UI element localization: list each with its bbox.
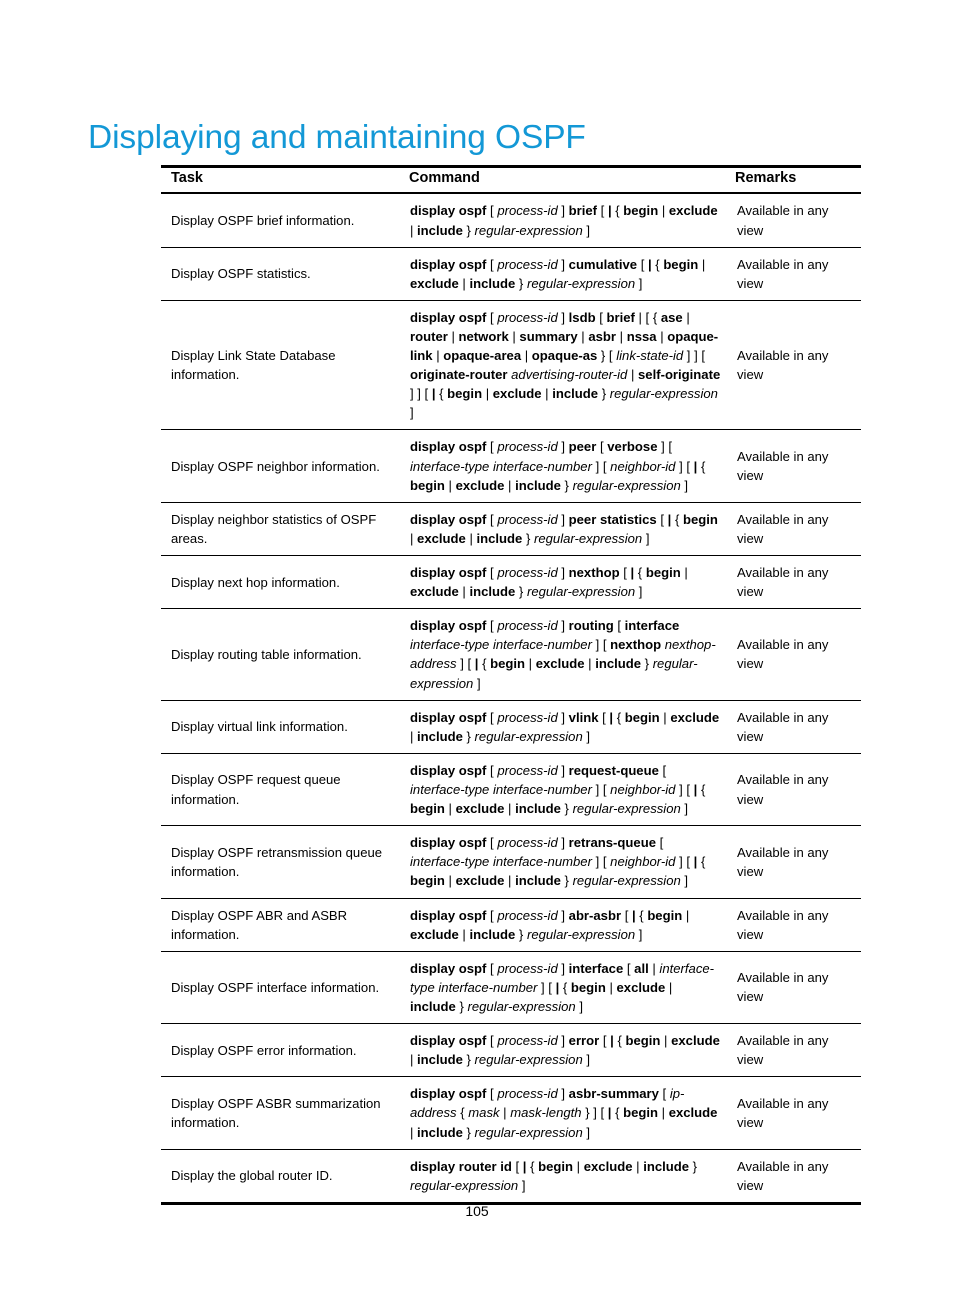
task-cell: Display OSPF ASBR summarization informat…	[161, 1076, 400, 1150]
table-row: Display OSPF ABR and ASBR information. di…	[161, 898, 861, 952]
command-cell: display ospf [ process-id ] brief [ | { …	[400, 193, 727, 248]
remarks-cell: Available in any view	[727, 429, 861, 503]
table-row: Display neighbor statistics of OSPF area…	[161, 502, 861, 557]
table-header: Task Command Remarks	[161, 165, 861, 195]
remarks-cell: Available in any view	[727, 247, 861, 301]
column-header-command: Command	[400, 165, 727, 195]
remarks-cell: Available in any view	[727, 608, 861, 701]
table-header-row: Task Command Remarks	[161, 165, 861, 195]
table-row: Display routing table information. displa…	[161, 608, 861, 701]
task-cell: Display OSPF neighbor information.	[161, 429, 400, 503]
task-cell: Display OSPF retransmission queue inform…	[161, 825, 400, 899]
table-row: Display OSPF request queue information. d…	[161, 753, 861, 827]
command-cell: display ospf [ process-id ] nexthop [ | …	[400, 555, 727, 610]
table-row: Display virtual link information. display…	[161, 700, 861, 754]
command-cell: display ospf [ process-id ] vlink [ | { …	[400, 700, 727, 754]
command-cell: display ospf [ process-id ] routing [ in…	[400, 608, 727, 701]
command-cell: display router id [ | { begin | exclude …	[400, 1149, 727, 1205]
table-body: Display OSPF brief information. display o…	[161, 193, 861, 1205]
command-cell: display ospf [ process-id ] lsdb [ brief…	[400, 300, 727, 431]
remarks-cell: Available in any view	[727, 502, 861, 557]
table-row: Display OSPF retransmission queue inform…	[161, 825, 861, 899]
remarks-cell: Available in any view	[727, 825, 861, 899]
remarks-cell: Available in any view	[727, 898, 861, 952]
table-row: Display OSPF neighbor information. displa…	[161, 429, 861, 503]
task-cell: Display OSPF brief information.	[161, 193, 400, 248]
remarks-cell: Available in any view	[727, 753, 861, 827]
task-cell: Display OSPF interface information.	[161, 951, 400, 1025]
command-cell: display ospf [ process-id ] error [ | { …	[400, 1023, 727, 1078]
task-cell: Display OSPF error information.	[161, 1023, 400, 1078]
column-header-task: Task	[161, 165, 400, 195]
page-title: Displaying and maintaining OSPF	[88, 119, 586, 157]
command-cell: display ospf [ process-id ] retrans-queu…	[400, 825, 727, 899]
task-cell: Display virtual link information.	[161, 700, 400, 754]
remarks-cell: Available in any view	[727, 700, 861, 754]
task-cell: Display neighbor statistics of OSPF area…	[161, 502, 400, 557]
command-cell: display ospf [ process-id ] interface [ …	[400, 951, 727, 1025]
remarks-cell: Available in any view	[727, 555, 861, 610]
command-cell: display ospf [ process-id ] request-queu…	[400, 753, 727, 827]
table-row: Display OSPF error information. display o…	[161, 1023, 861, 1078]
table-row: Display OSPF ASBR summarization informat…	[161, 1076, 861, 1150]
displaying-maintaining-ospf-table: Task Command Remarks Display OSPF brief …	[161, 165, 861, 1205]
task-cell: Display OSPF statistics.	[161, 247, 400, 301]
document-page: Displaying and maintaining OSPF Task Com…	[0, 0, 954, 1296]
task-cell: Display next hop information.	[161, 555, 400, 610]
remarks-cell: Available in any view	[727, 193, 861, 248]
command-cell: display ospf [ process-id ] peer [ verbo…	[400, 429, 727, 503]
remarks-cell: Available in any view	[727, 1023, 861, 1078]
task-cell: Display routing table information.	[161, 608, 400, 701]
remarks-cell: Available in any view	[727, 1149, 861, 1205]
remarks-cell: Available in any view	[727, 1076, 861, 1150]
table-row: Display the global router ID. display rou…	[161, 1149, 861, 1205]
table-row: Display next hop information. display osp…	[161, 555, 861, 610]
command-cell: display ospf [ process-id ] asbr-summary…	[400, 1076, 727, 1150]
table-row: Display Link State Database information.…	[161, 300, 861, 431]
command-table-container: Task Command Remarks Display OSPF brief …	[161, 165, 861, 1205]
table-row: Display OSPF statistics. display ospf [ p…	[161, 247, 861, 301]
remarks-cell: Available in any view	[727, 300, 861, 431]
task-cell: Display the global router ID.	[161, 1149, 400, 1205]
task-cell: Display OSPF ABR and ASBR information.	[161, 898, 400, 952]
table-row: Display OSPF brief information. display o…	[161, 193, 861, 248]
remarks-cell: Available in any view	[727, 951, 861, 1025]
command-cell: display ospf [ process-id ] cumulative […	[400, 247, 727, 301]
command-cell: display ospf [ process-id ] peer statist…	[400, 502, 727, 557]
column-header-remarks: Remarks	[727, 165, 861, 195]
task-cell: Display OSPF request queue information.	[161, 753, 400, 827]
page-number: 105	[465, 1203, 489, 1219]
task-cell: Display Link State Database information.	[161, 300, 400, 431]
command-cell: display ospf [ process-id ] abr-asbr [ |…	[400, 898, 727, 952]
table-row: Display OSPF interface information. displ…	[161, 951, 861, 1025]
